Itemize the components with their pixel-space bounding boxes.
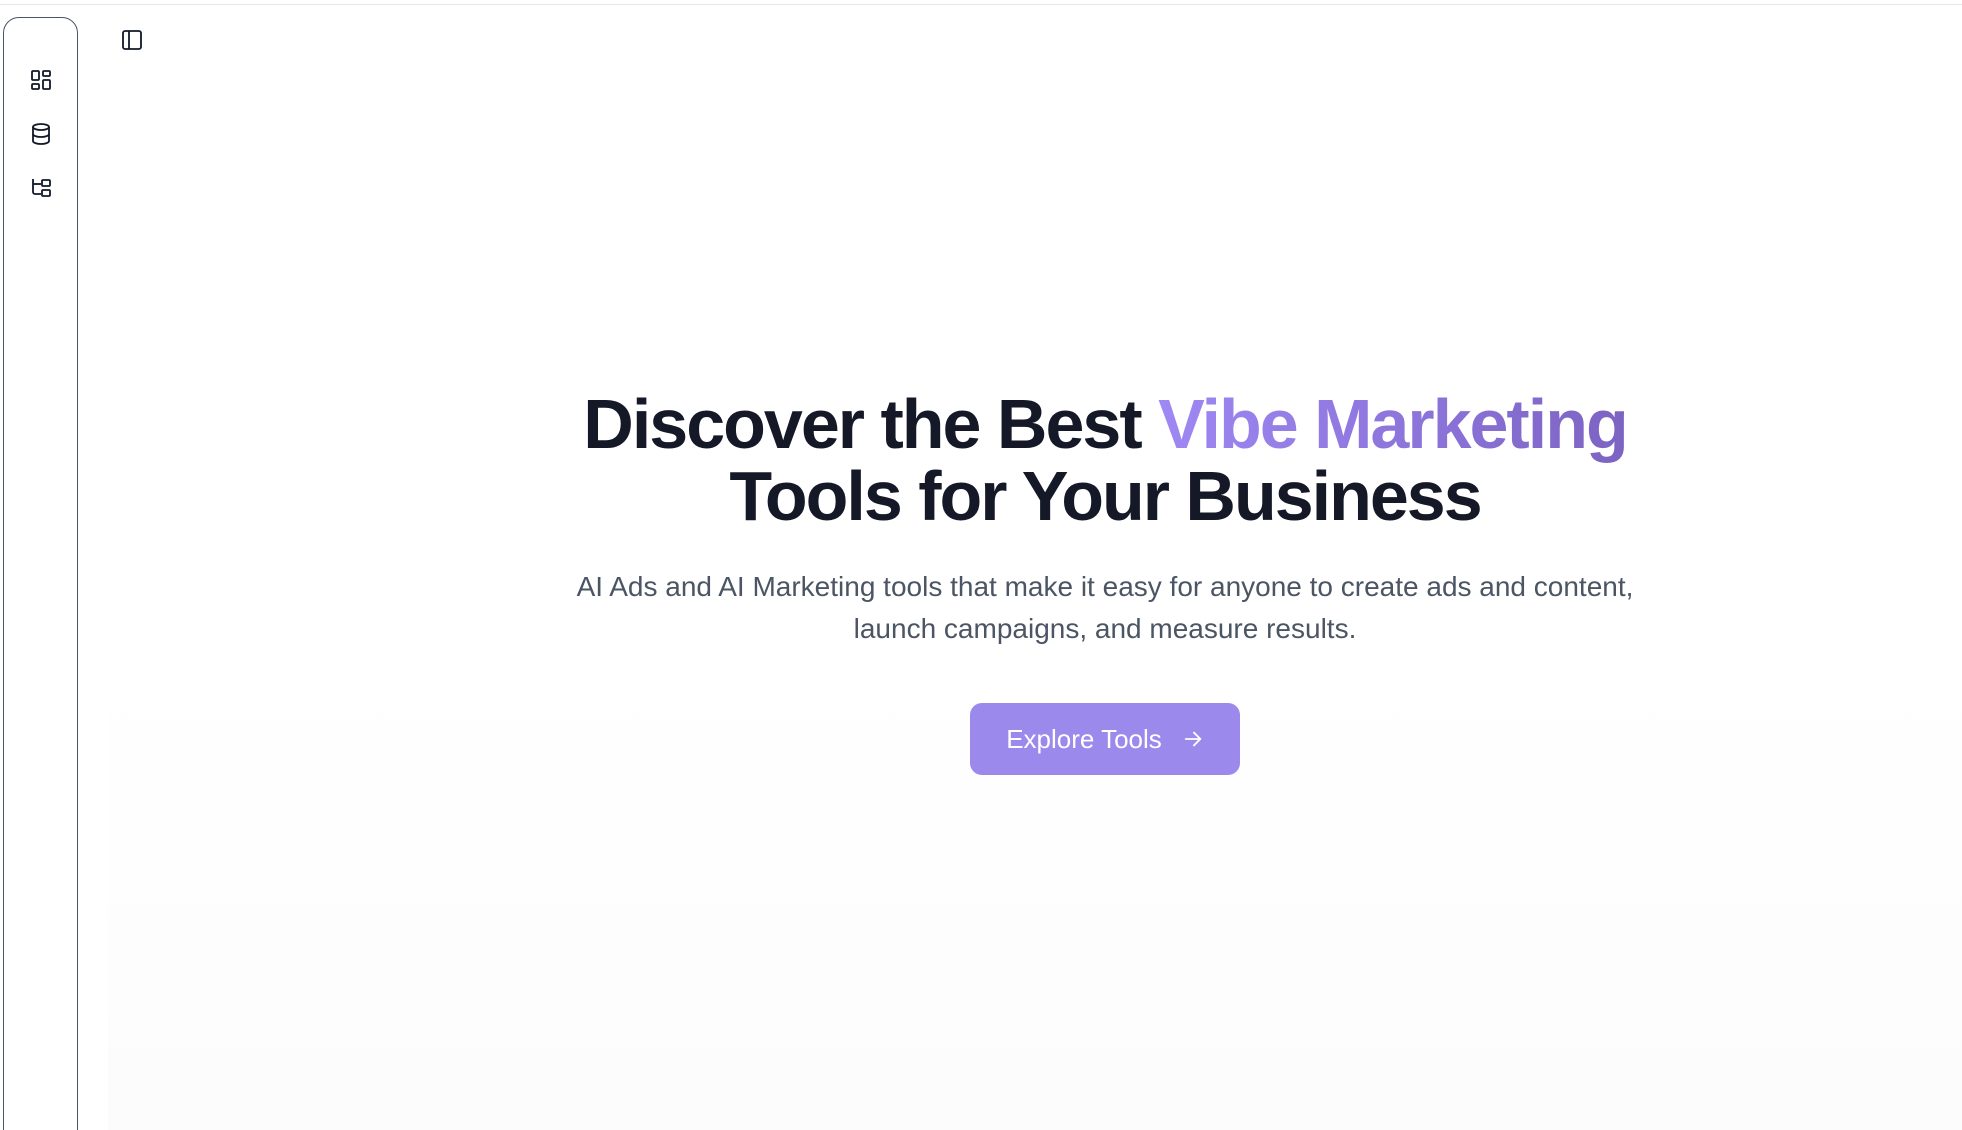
hero-section: Discover the Best Vibe Marketing Tools f… [530, 388, 1680, 775]
rail-item-dashboard[interactable] [21, 60, 61, 100]
tree-icon [31, 179, 51, 197]
hero-title: Discover the Best Vibe Marketing Tools f… [530, 388, 1680, 532]
dashboard-icon [30, 70, 51, 90]
arrow-right-icon [1184, 731, 1202, 747]
app-window: Discover the Best Vibe Marketing Tools f… [0, 0, 1962, 1130]
hero-title-suffix: Tools for Your Business [729, 457, 1482, 535]
hero-subtitle-line1: AI Ads and AI Marketing tools that make … [576, 571, 1634, 602]
hero-subtitle: AI Ads and AI Marketing tools that make … [530, 566, 1680, 650]
database-icon [31, 123, 50, 145]
sidebar-toggle-button[interactable] [114, 22, 150, 58]
rail-item-tree[interactable] [21, 168, 61, 208]
hero-title-accent: Vibe Marketing [1158, 385, 1629, 463]
sidebar-toggle-icon [122, 30, 142, 50]
hero-title-prefix: Discover the Best [583, 385, 1159, 463]
hero-subtitle-line2: launch campaigns, and measure results. [853, 613, 1357, 644]
top-divider [0, 4, 1962, 5]
rail-item-database[interactable] [21, 114, 61, 154]
left-rail [3, 17, 78, 1130]
explore-tools-button[interactable]: Explore Tools [970, 703, 1240, 775]
explore-tools-label: Explore Tools [1006, 723, 1162, 754]
